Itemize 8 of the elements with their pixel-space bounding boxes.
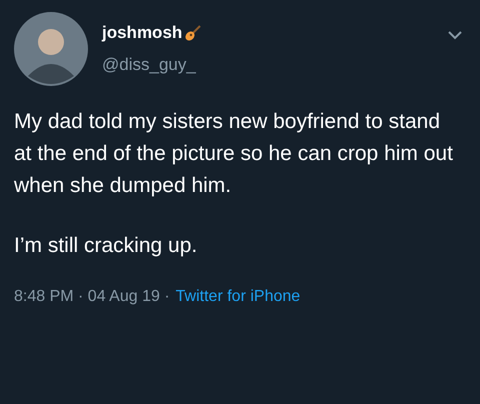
tweet-text: I’m still cracking up.: [14, 233, 198, 259]
user-handle: @diss_guy_: [102, 55, 197, 75]
avatar-icon: [14, 12, 88, 86]
source-link[interactable]: Twitter for iPhone: [176, 288, 300, 306]
timestamp: 8:48 PM · 04 Aug 19 ·: [14, 288, 170, 306]
guitar-icon: [184, 24, 202, 42]
tweet-text: My dad told my sisters new boyfriend to stand at the end of the picture so he can crop him out when she dumped him.: [14, 109, 454, 199]
user-name[interactable]: joshmosh: [102, 23, 182, 43]
